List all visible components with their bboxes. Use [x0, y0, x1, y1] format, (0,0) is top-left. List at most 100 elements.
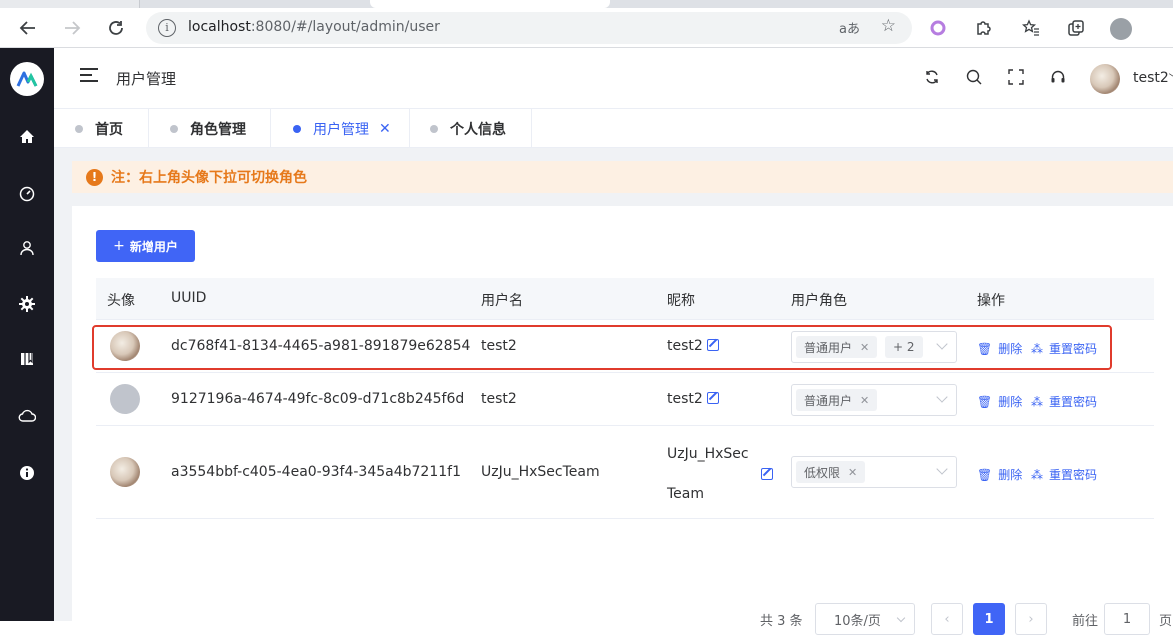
nickname-text: Team [667, 486, 705, 502]
page-number-current[interactable]: 1 [973, 603, 1005, 635]
browser-tab-active[interactable] [370, 0, 610, 8]
reset-password-button[interactable]: ⁂ 重置密码 [1031, 393, 1097, 410]
nickname-text: UzJu_HxSec [667, 446, 749, 462]
reset-password-button[interactable]: ⁂ 重置密码 [1031, 466, 1097, 483]
page-title: 用户管理 [116, 70, 177, 88]
role-tag-label: 普通用户 [804, 393, 853, 408]
nickname-text: test2 [667, 391, 703, 407]
delete-label: 删除 [998, 395, 1023, 409]
uuid-cell: 9127196a-4674-49fc-8c09-d71c8b245f6d [171, 391, 465, 407]
table-row: a3554bbf-c405-4ea0-93f4-345a4b7211f1 UzJ… [96, 426, 1154, 519]
avatar [110, 384, 140, 414]
user-avatar[interactable] [1090, 64, 1120, 94]
role-tag-label: 低权限 [804, 465, 841, 480]
notice-banner: ! 注：右上角头像下拉可切换角色 [72, 161, 1173, 193]
prev-page-button[interactable]: ‹ [931, 603, 963, 635]
nickname-cell: UzJu_HxSec Team [667, 444, 749, 504]
goto-page-input[interactable]: 1 [1104, 603, 1150, 635]
column-header: 操作 [977, 293, 1005, 309]
tab-role-management[interactable]: 角色管理 [149, 109, 271, 148]
loading-icon: ⁂ [1031, 395, 1043, 409]
settings-icon[interactable] [16, 293, 38, 315]
chevron-down-icon: ﹀ [1169, 74, 1173, 85]
address-bar[interactable]: i localhost:8080/#/layout/admin/user aあ … [146, 12, 912, 44]
header-username[interactable]: test2﹀ [1133, 70, 1173, 86]
reset-label: 重置密码 [1049, 395, 1098, 409]
tab-dot-icon [293, 124, 301, 133]
reload-icon[interactable] [104, 16, 128, 40]
browser-tab[interactable] [0, 0, 140, 8]
collections-icon[interactable] [1064, 16, 1088, 40]
fullscreen-icon[interactable] [1005, 66, 1027, 88]
home-icon[interactable] [16, 126, 38, 148]
edit-icon[interactable] [706, 392, 719, 404]
info-icon[interactable]: i [158, 19, 176, 37]
favorites-icon[interactable] [1019, 16, 1043, 40]
app-logo[interactable] [10, 62, 44, 96]
uuid-cell: a3554bbf-c405-4ea0-93f4-345a4b7211f1 [171, 464, 461, 480]
url-text[interactable]: localhost:8080/#/layout/admin/user [188, 19, 440, 35]
goto-label: 前往 [1072, 614, 1099, 629]
table-row: 9127196a-4674-49fc-8c09-d71c8b245f6d tes… [96, 373, 1154, 426]
user-icon[interactable] [16, 237, 38, 259]
username-cell: test2 [481, 391, 517, 407]
role-select[interactable]: 低权限 ✕ [791, 456, 957, 488]
nickname-cell: test2 [667, 391, 719, 407]
forward-icon[interactable] [60, 16, 84, 40]
profile-icon[interactable] [1110, 18, 1132, 40]
trash-icon: 🗑 [977, 468, 993, 482]
tab-label: 用户管理 [313, 121, 369, 138]
username-cell: UzJu_HxSecTeam [481, 464, 600, 480]
search-icon[interactable] [963, 66, 985, 88]
role-tag: 低权限 ✕ [796, 461, 866, 483]
role-select[interactable]: 普通用户 ✕ [791, 384, 957, 416]
add-user-button[interactable]: + 新增用户 [96, 230, 195, 262]
username-text: test2 [1133, 70, 1169, 86]
headset-icon[interactable] [1047, 66, 1069, 88]
puzzle-icon[interactable] [971, 16, 995, 40]
info-icon[interactable] [16, 462, 38, 484]
tab-dot-icon [170, 124, 178, 133]
extension-circle-icon[interactable] [926, 16, 950, 40]
column-header: 用户角色 [791, 293, 847, 309]
column-header: UUID [171, 290, 207, 306]
menu-toggle-icon[interactable] [80, 68, 98, 84]
goto-unit: 页 [1159, 614, 1173, 629]
notice-text: 注：右上角头像下拉可切换角色 [111, 170, 307, 186]
app-header: 用户管理 test2﹀ [54, 48, 1173, 108]
close-icon[interactable]: ✕ [379, 121, 391, 137]
role-tag: 普通用户 ✕ [796, 389, 878, 411]
delete-button[interactable]: 🗑 删除 [977, 393, 1022, 410]
browser-toolbar: i localhost:8080/#/layout/admin/user aあ … [0, 8, 1173, 48]
tab-user-management[interactable]: 用户管理 ✕ [271, 109, 410, 148]
edit-icon[interactable] [761, 468, 773, 480]
tab-home[interactable]: 首页 [54, 109, 149, 148]
column-header: 头像 [107, 293, 135, 309]
back-icon[interactable] [16, 16, 40, 40]
dashboard-icon[interactable] [16, 183, 38, 205]
page-size-select[interactable]: 10条/页 [815, 603, 915, 635]
chevron-down-icon [936, 391, 948, 403]
plus-icon: + [113, 238, 125, 254]
highlight-box [92, 325, 1112, 370]
star-add-icon[interactable]: ☆ [881, 16, 896, 36]
refresh-icon[interactable] [921, 66, 943, 88]
tag-close-icon[interactable]: ✕ [860, 394, 869, 407]
tag-close-icon[interactable]: ✕ [848, 466, 857, 479]
column-header: 昵称 [667, 293, 695, 309]
book-icon[interactable] [16, 348, 38, 370]
reset-label: 重置密码 [1049, 468, 1098, 482]
tab-personal-info[interactable]: 个人信息 [410, 109, 532, 148]
cloud-icon[interactable] [16, 405, 38, 427]
loading-icon: ⁂ [1031, 468, 1043, 482]
url-host: localhost [188, 19, 251, 35]
tab-dot-icon [430, 124, 438, 133]
column-header: 用户名 [481, 293, 523, 309]
page-size-label: 10条/页 [834, 613, 881, 629]
table-header: 头像 UUID 用户名 昵称 用户角色 操作 [96, 278, 1154, 320]
tab-dot-icon [75, 124, 83, 133]
next-page-button[interactable]: › [1015, 603, 1047, 635]
read-aloud-icon[interactable]: aあ [839, 18, 860, 37]
delete-button[interactable]: 🗑 删除 [977, 466, 1022, 483]
trash-icon: 🗑 [977, 395, 993, 409]
